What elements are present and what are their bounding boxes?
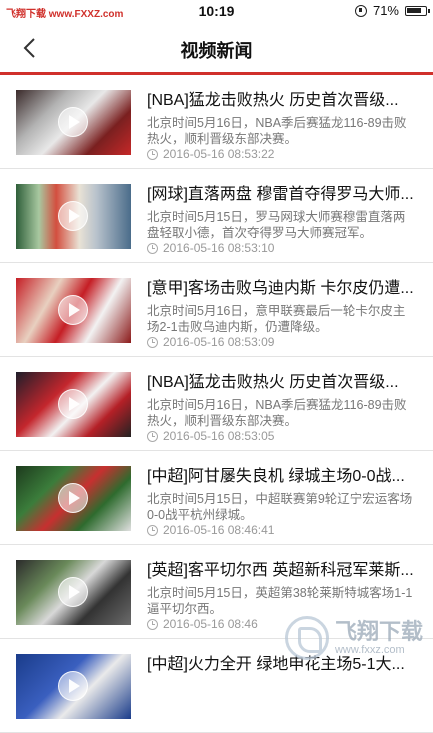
play-icon — [58, 201, 88, 231]
news-thumbnail — [16, 184, 131, 249]
news-timestamp: 2016-05-16 08:53:09 — [147, 335, 274, 349]
play-icon — [58, 577, 88, 607]
news-summary: 北京时间5月16日，NBA季后赛猛龙116-89击败热火，顺利晋级东部决赛。 — [147, 116, 407, 146]
news-summary: 北京时间5月15日，中超联赛第9轮辽宁宏运客场0-0战平杭州绿城。 — [147, 492, 413, 522]
news-item[interactable]: [NBA]猛龙击败热火 历史首次晋级... 北京时间5月16日，NBA季后赛猛龙… — [0, 357, 433, 451]
news-time-text: 2016-05-16 08:53:09 — [163, 335, 275, 349]
news-thumbnail — [16, 560, 131, 625]
clock-icon — [147, 336, 158, 348]
watermark-url: www.fxxz.com — [334, 644, 405, 656]
rotation-lock-icon — [354, 4, 367, 17]
news-summary: 北京时间5月15日，英超第38轮莱斯特城客场1-1逼平切尔西。 — [147, 586, 413, 616]
news-title: [NBA]猛龙击败热火 历史首次晋级... — [147, 92, 399, 109]
news-summary: 北京时间5月15日，罗马网球大师赛穆雷直落两盘轻取小德，首次夺得罗马大师赛冠军。 — [147, 210, 406, 240]
news-thumbnail — [16, 466, 131, 531]
news-time-text: 2016-05-16 08:53:22 — [163, 147, 275, 161]
news-title: [英超]客平切尔西 英超新科冠军莱斯... — [147, 562, 414, 579]
news-item[interactable]: [网球]直落两盘 穆雷首夺得罗马大师... 北京时间5月15日，罗马网球大师赛穆… — [0, 169, 433, 263]
news-item[interactable]: [中超]阿甘屡失良机 绿城主场0-0战... 北京时间5月15日，中超联赛第9轮… — [0, 451, 433, 545]
news-time-text: 2016-05-16 08:46:41 — [163, 523, 275, 537]
watermark-text: 飞翔下载 — [334, 619, 423, 644]
news-time-text: 2016-05-16 08:53:05 — [163, 429, 275, 443]
watermark: 飞翔下载 www.fxxz.com — [284, 616, 423, 660]
news-title: [意甲]客场击败乌迪内斯 卡尔皮仍遭... — [147, 280, 414, 297]
news-title: [网球]直落两盘 穆雷首夺得罗马大师... — [147, 186, 414, 203]
news-timestamp: 2016-05-16 08:46:41 — [147, 523, 274, 537]
news-timestamp: 2016-05-16 08:46 — [147, 617, 258, 631]
clock-icon — [147, 242, 158, 254]
news-summary: 北京时间5月16日，NBA季后赛猛龙116-89击败热火，顺利晋级东部决赛。 — [147, 398, 407, 428]
news-item[interactable]: [NBA]猛龙击败热火 历史首次晋级... 北京时间5月16日，NBA季后赛猛龙… — [0, 75, 433, 169]
play-icon — [58, 295, 88, 325]
news-timestamp: 2016-05-16 08:53:10 — [147, 241, 274, 255]
battery-icon — [405, 5, 430, 16]
play-icon — [58, 107, 88, 137]
play-icon — [58, 389, 88, 419]
news-thumbnail — [16, 90, 131, 155]
battery-percent: 71% — [372, 3, 399, 18]
clock-icon — [147, 524, 158, 536]
play-icon — [58, 483, 88, 513]
clock-icon — [147, 148, 158, 160]
nav-bar: 视频新闻 — [0, 24, 433, 75]
status-bar: 飞翔下载 www.FXXZ.com 10:19 71% — [0, 0, 433, 24]
page-title: 视频新闻 — [180, 41, 253, 61]
news-time-text: 2016-05-16 08:53:10 — [163, 241, 275, 255]
play-icon — [58, 671, 88, 701]
news-time-text: 2016-05-16 08:46 — [163, 617, 258, 631]
news-thumbnail — [16, 278, 131, 343]
clock-icon — [147, 618, 158, 630]
status-indicators: 71% — [354, 3, 430, 18]
news-timestamp: 2016-05-16 08:53:22 — [147, 147, 274, 161]
news-thumbnail — [16, 372, 131, 437]
news-title: [NBA]猛龙击败热火 历史首次晋级... — [147, 374, 399, 391]
news-summary: 北京时间5月16日，意甲联赛最后一轮卡尔皮主场2-1击败乌迪内斯，仍遭降级。 — [147, 304, 406, 334]
news-title: [中超]阿甘屡失良机 绿城主场0-0战... — [147, 468, 405, 485]
news-timestamp: 2016-05-16 08:53:05 — [147, 429, 274, 443]
news-item[interactable]: [意甲]客场击败乌迪内斯 卡尔皮仍遭... 北京时间5月16日，意甲联赛最后一轮… — [0, 263, 433, 357]
watermark-logo-icon — [284, 616, 329, 660]
watermark-text-block: 飞翔下载 www.fxxz.com — [334, 619, 423, 657]
news-thumbnail — [16, 654, 131, 719]
clock-icon — [147, 430, 158, 442]
